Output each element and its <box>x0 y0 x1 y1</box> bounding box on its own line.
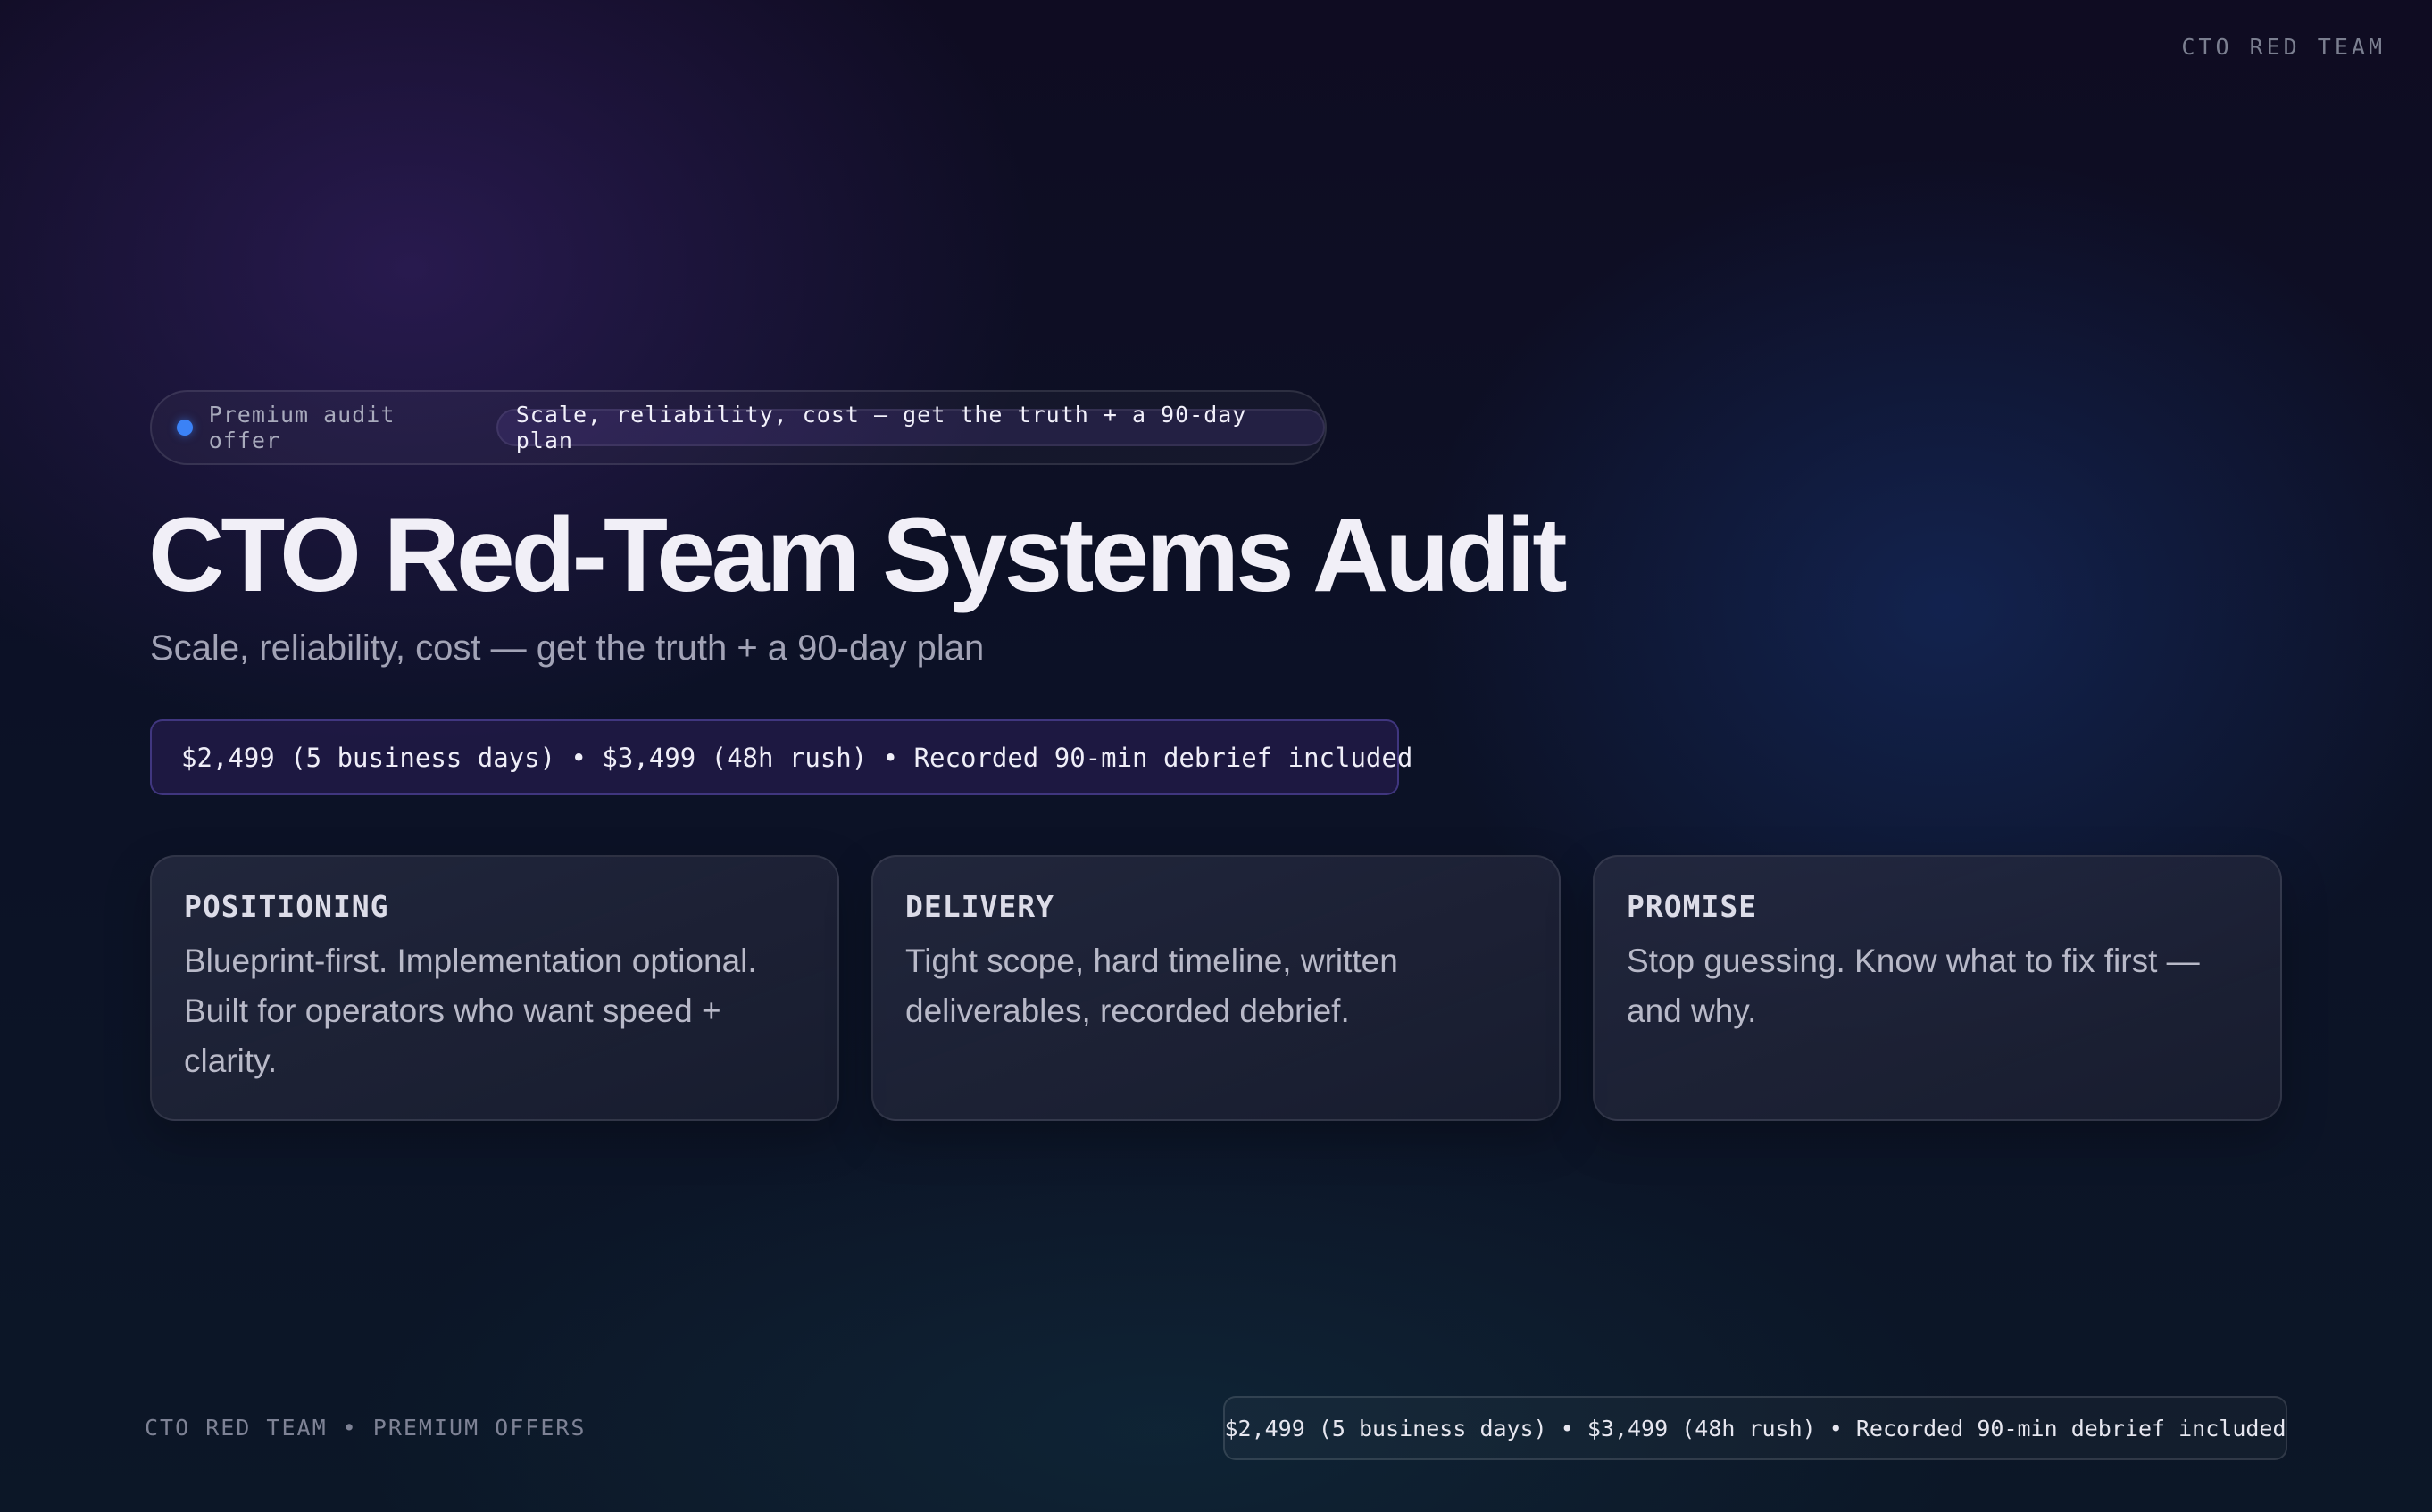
card-body: Blueprint-first. Implementation optional… <box>184 943 757 1079</box>
card-heading: POSITIONING <box>184 889 389 924</box>
page-subtitle: Scale, reliability, cost — get the truth… <box>150 628 985 668</box>
card-body: Stop guessing. Know what to fix first — … <box>1627 943 2200 1029</box>
page-title: CTO Red-Team Systems Audit <box>148 496 1568 614</box>
card-promise: PROMISE Stop guessing. Know what to fix … <box>1593 855 2282 1121</box>
card-delivery: DELIVERY Tight scope, hard timeline, wri… <box>871 855 1561 1121</box>
offer-pill: Premium audit offer Scale, reliability, … <box>150 390 1327 465</box>
footer-price-box: $2,499 (5 business days) • $3,499 (48h r… <box>1223 1396 2287 1460</box>
offer-label: Premium audit offer <box>208 402 396 453</box>
footer-label: CTO RED TEAM • PREMIUM OFFERS <box>145 1415 587 1441</box>
tagline-pill: Scale, reliability, cost — get the truth… <box>496 402 1325 453</box>
card-positioning: POSITIONING Blueprint-first. Implementat… <box>150 855 839 1121</box>
card-heading: PROMISE <box>1627 889 1758 924</box>
status-dot-icon <box>177 420 193 436</box>
card-heading: DELIVERY <box>905 889 1054 924</box>
price-box: $2,499 (5 business days) • $3,499 (48h r… <box>150 719 1412 795</box>
card-body: Tight scope, hard timeline, written deli… <box>905 943 1398 1029</box>
brand-top-label: CTO RED TEAM <box>2181 34 2386 60</box>
